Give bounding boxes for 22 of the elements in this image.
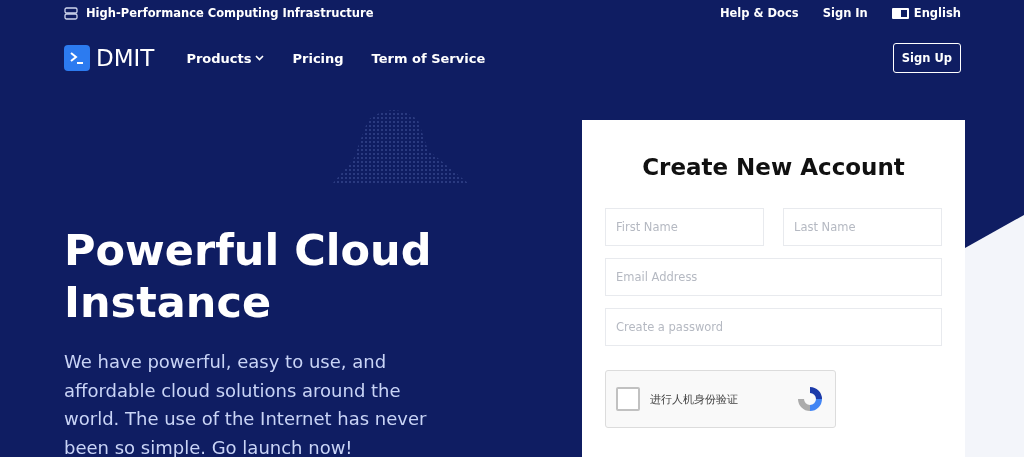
password-field[interactable]: Create a password (605, 308, 942, 346)
top-link[interactable]: Help & Docs (719, 6, 799, 20)
email-field[interactable]: Email Address (605, 258, 942, 296)
chevron-down-icon (255, 55, 265, 61)
name-field[interactable]: First Name (605, 208, 764, 246)
captcha-checkbox[interactable] (616, 387, 640, 411)
hero-description: We have powerful, easy to use, and affordable cloud solutions around the world. The use of the Internet has never been so simple. Go launch now! (64, 350, 428, 457)
terminal-icon (64, 45, 90, 71)
nav-link[interactable]: Pricing (292, 50, 344, 66)
server-icon (64, 6, 78, 20)
nav-link[interactable]: Products (186, 50, 265, 66)
tagline: High-Performance Computing Infrastructure (64, 6, 374, 20)
hero-title: Powerful Cloud Instance (64, 224, 433, 328)
top-link[interactable]: Sign In (822, 6, 868, 20)
language-link[interactable]: English (891, 6, 961, 20)
captcha-logo-icon (795, 384, 825, 414)
logo[interactable]: DMIT (64, 45, 155, 71)
form-title: Create New Account (641, 154, 906, 180)
nav-link[interactable]: Term of Service (371, 50, 486, 66)
name-field[interactable]: Last Name (783, 208, 942, 246)
sign-up-button[interactable]: Sign Up (892, 43, 961, 73)
captcha-label: 进行人机身份验证 (650, 391, 739, 407)
